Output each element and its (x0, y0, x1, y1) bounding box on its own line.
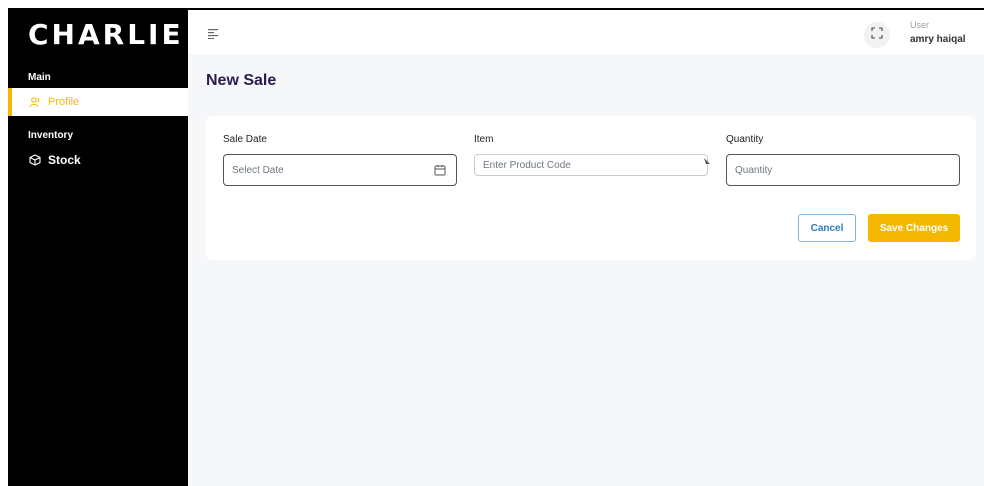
quantity-label: Quantity (726, 134, 764, 145)
main-content: User amry haiqal New Sale Sale Date Sele… (188, 10, 984, 486)
save-changes-button[interactable]: Save Changes (868, 214, 960, 242)
sale-date-label: Sale Date (223, 134, 267, 145)
page-title: New Sale (206, 72, 277, 89)
calendar-icon[interactable] (434, 164, 446, 179)
sidebar-item-label: Profile (48, 96, 80, 108)
item-input[interactable]: Enter Product Code (474, 154, 711, 176)
menu-icon[interactable] (208, 26, 220, 44)
sidebar-section-main: Main (28, 72, 51, 83)
user-icon (28, 95, 42, 109)
sidebar: CHARLIE Main Profile Inventory Stock (8, 10, 188, 486)
topbar: User amry haiqal (188, 10, 984, 54)
sidebar-section-inventory: Inventory (28, 130, 74, 141)
user-name[interactable]: amry haiqal (910, 34, 966, 45)
brand-logo: CHARLIE (28, 18, 184, 51)
quantity-input[interactable]: Quantity (726, 154, 960, 186)
sale-date-input[interactable]: Select Date (223, 154, 457, 186)
fullscreen-button[interactable] (864, 22, 890, 48)
sidebar-item-stock[interactable]: Stock (8, 146, 188, 174)
resize-handle-icon[interactable] (703, 157, 711, 168)
sidebar-item-label: Stock (48, 153, 81, 167)
fullscreen-icon (871, 26, 883, 44)
sidebar-item-profile[interactable]: Profile (8, 88, 188, 116)
user-role: User (910, 20, 930, 30)
item-placeholder: Enter Product Code (483, 159, 571, 171)
item-label: Item (474, 134, 494, 145)
cancel-button[interactable]: Cancel (798, 214, 856, 242)
sale-date-placeholder: Select Date (232, 164, 284, 176)
app-window: CHARLIE Main Profile Inventory Stock Use… (8, 8, 984, 486)
box-icon (28, 153, 42, 167)
quantity-placeholder: Quantity (735, 164, 773, 176)
new-sale-form: Sale Date Select Date Item Enter Product… (206, 116, 976, 260)
